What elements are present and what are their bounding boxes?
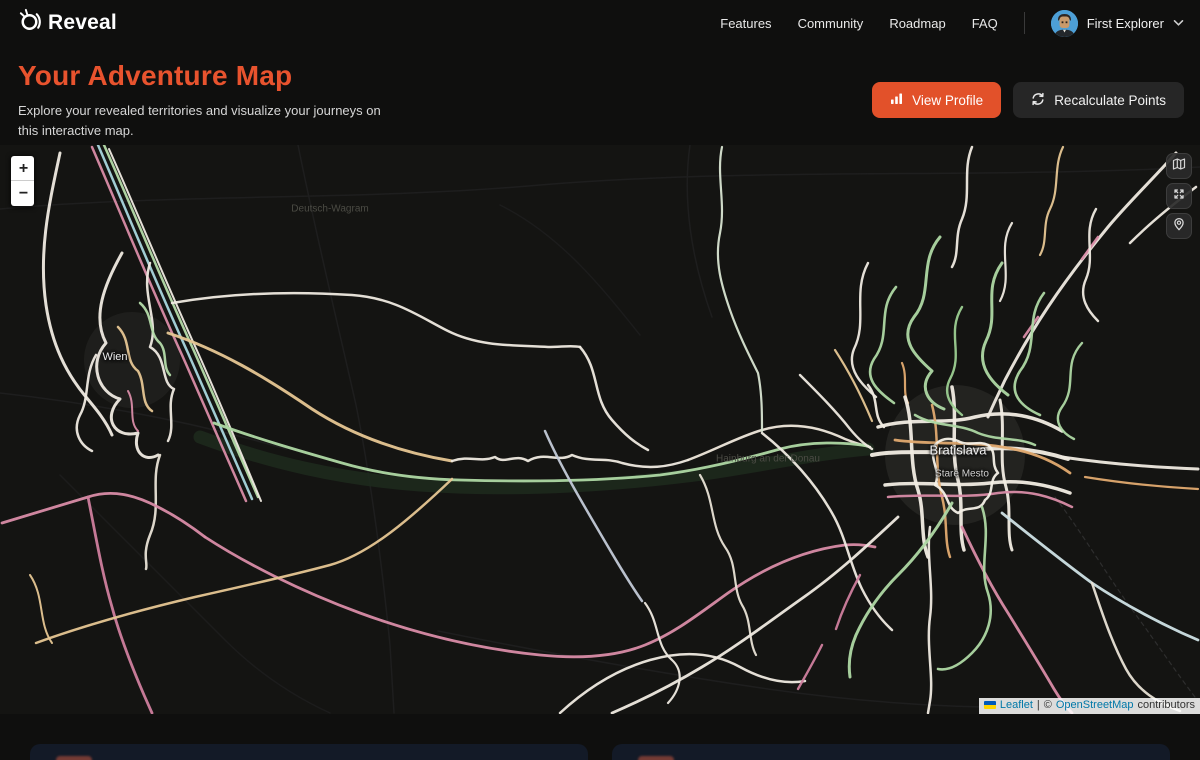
stats-card-right xyxy=(612,744,1170,760)
map-layers-icon xyxy=(1172,157,1186,176)
chevron-down-icon xyxy=(1173,14,1184,32)
recalculate-points-label: Recalculate Points xyxy=(1054,93,1166,108)
expand-icon xyxy=(1172,187,1186,206)
copyright-symbol: © xyxy=(1044,699,1052,712)
nav-divider xyxy=(1024,12,1025,34)
stats-section xyxy=(0,714,1200,760)
track-layer xyxy=(0,145,1200,714)
osm-link[interactable]: OpenStreetMap xyxy=(1056,699,1134,712)
view-profile-button[interactable]: View Profile xyxy=(872,82,1001,118)
fullscreen-button[interactable] xyxy=(1166,183,1192,209)
refresh-icon xyxy=(1031,92,1045,109)
avatar xyxy=(1051,10,1078,37)
zoom-out-button[interactable]: − xyxy=(11,181,35,206)
location-pin-icon xyxy=(1172,217,1186,236)
map-controls xyxy=(1166,153,1192,239)
view-profile-label: View Profile xyxy=(912,93,983,108)
zoom-control: + − xyxy=(10,155,35,207)
nav-link-roadmap[interactable]: Roadmap xyxy=(889,16,945,31)
leaflet-link[interactable]: Leaflet xyxy=(1000,699,1033,712)
adventure-map[interactable]: WienBratislavaStaré MestoDeutsch-WagramH… xyxy=(0,145,1200,714)
navbar: Reveal Features Community Roadmap FAQ Fi… xyxy=(0,0,1200,46)
nav-link-faq[interactable]: FAQ xyxy=(972,16,998,31)
page-subtitle: Explore your revealed territories and vi… xyxy=(18,101,383,140)
nav-link-features[interactable]: Features xyxy=(720,16,771,31)
reveal-logo-icon xyxy=(16,7,43,39)
nav-link-community[interactable]: Community xyxy=(798,16,864,31)
attribution-suffix: contributors xyxy=(1138,699,1195,712)
attribution-divider: | xyxy=(1037,699,1040,712)
zoom-in-button[interactable]: + xyxy=(11,156,35,181)
brand-name: Reveal xyxy=(48,11,117,35)
stats-card-left xyxy=(30,744,588,760)
locate-button[interactable] xyxy=(1166,213,1192,239)
page-header: Your Adventure Map Explore your revealed… xyxy=(0,46,1200,145)
bar-chart-icon xyxy=(890,92,903,108)
layers-button[interactable] xyxy=(1166,153,1192,179)
user-name: First Explorer xyxy=(1087,16,1164,31)
page-title: Your Adventure Map xyxy=(18,60,383,92)
card-accent-glow xyxy=(56,756,92,760)
recalculate-points-button[interactable]: Recalculate Points xyxy=(1013,82,1184,118)
user-menu[interactable]: First Explorer xyxy=(1051,10,1184,37)
map-attribution: Leaflet | © OpenStreetMap contributors xyxy=(979,698,1200,714)
card-accent-glow xyxy=(638,756,674,760)
ukraine-flag-icon xyxy=(984,701,996,709)
brand-logo[interactable]: Reveal xyxy=(16,7,117,39)
